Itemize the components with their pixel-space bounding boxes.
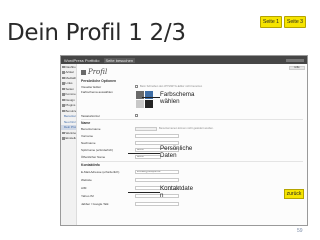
color-scheme-light[interactable] (136, 100, 144, 108)
sidebar-item-label: Artikel (65, 70, 74, 75)
user-icon (81, 69, 86, 75)
menu-icon (62, 98, 65, 101)
profile-header: Profil (81, 68, 307, 76)
website-field[interactable] (135, 178, 179, 182)
section-personal-options: Persönliche Optionen (81, 79, 117, 83)
sidebar-item-label: Dein Profil (64, 125, 76, 130)
menu-icon (62, 87, 65, 90)
firstname-field[interactable] (135, 134, 179, 138)
sidebar-item-label: Links (65, 81, 73, 86)
menu-icon (62, 137, 65, 140)
header-user-links[interactable] (286, 58, 304, 62)
wp-site-name[interactable]: WordPress Portfolio (64, 58, 100, 63)
sidebar-item-10[interactable]: Neu hinzufügen (61, 119, 76, 125)
label-username: Benutzername (81, 127, 101, 131)
sidebar-item-label: Neu hinzufügen (64, 119, 76, 124)
shortcuts-checkbox[interactable] (135, 114, 138, 117)
sidebar-item-label: Seiten (65, 86, 75, 91)
sidebar-item-label: Mediathek (65, 75, 77, 80)
sidebar-item-9[interactable]: Benutzer (61, 114, 76, 120)
wp-main-content: Hilfe Profil Persönliche Optionen Visuel… (79, 64, 307, 225)
email-field[interactable]: kontakt@beispiel.de (135, 170, 179, 174)
sidebar-item-label: Design (65, 97, 75, 102)
help-button[interactable]: Hilfe (289, 66, 305, 70)
seite-1-button[interactable]: Seite 1 (260, 16, 282, 28)
annotation-persoenliche-daten: Persönliche Daten (160, 145, 193, 160)
section-contact: Kontaktinfo (81, 163, 100, 167)
label-firstname: Vorname (81, 134, 94, 138)
username-field (135, 127, 157, 131)
label-shortcuts: Tastaturkürzel (81, 114, 100, 118)
jabber-field[interactable] (135, 202, 179, 206)
menu-icon (62, 76, 65, 79)
color-scheme-dark[interactable] (145, 100, 153, 108)
annotation-connector (142, 97, 160, 98)
annotation-connector (128, 153, 160, 154)
display-name-select[interactable]: admin (135, 155, 161, 159)
divider (81, 161, 303, 162)
menu-icon (62, 82, 65, 85)
label-color-scheme: Farbschema auswählen (81, 90, 113, 94)
menu-icon (62, 71, 65, 74)
username-hint: Benutzernamen können nicht geändert werd… (159, 127, 214, 130)
wp-sidebar: DashboardArtikelMediathekLinksSeitenKomm… (61, 64, 77, 225)
sidebar-item-11[interactable]: Dein Profil (61, 124, 76, 130)
wordpress-screenshot: WordPress Portfolio Seite besuchen Dashb… (60, 55, 308, 226)
wp-admin-header: WordPress Portfolio Seite besuchen (61, 56, 307, 64)
page-title: Profil (88, 68, 108, 76)
section-name: Name (81, 121, 91, 125)
annotation-farbschema: Farbschema wählen (160, 91, 195, 106)
menu-icon (62, 104, 65, 107)
annotation-connector (128, 192, 160, 193)
back-button[interactable]: zurück (284, 189, 304, 199)
visit-site-button[interactable]: Seite besuchen (103, 57, 136, 63)
sidebar-item-label: Werkzeuge (65, 130, 77, 135)
sidebar-item-label: Dashboard (65, 64, 77, 69)
sidebar-item-label: Benutzer (65, 108, 77, 113)
label-display-name: Öffentlicher Name (81, 155, 106, 159)
label-yahoo: Yahoo IM (81, 194, 94, 198)
label-jabber: Jabber / Google Talk (81, 202, 109, 206)
menu-icon (62, 131, 65, 134)
seite-3-button[interactable]: Seite 3 (284, 16, 306, 28)
visual-editor-checkbox[interactable] (135, 85, 138, 88)
label-visual-editor: Visueller Editor (81, 85, 102, 89)
sidebar-item-13[interactable]: Einstellungen (61, 136, 76, 142)
page-number: 59 (297, 228, 303, 234)
slide-title: Dein Profil 1 2/3 (7, 20, 186, 46)
visual-editor-hint: Beim Schreiben den WYSIWYG-Editor nicht … (140, 85, 203, 88)
label-aim: AIM (81, 186, 87, 190)
label-email: E-Mail-Adresse (erforderlich) (81, 170, 120, 174)
divider (81, 119, 303, 120)
label-nickname: Spitzname (erforderlich) (81, 148, 114, 152)
label-lastname: Nachname (81, 141, 96, 145)
label-website: Website (81, 178, 92, 182)
annotation-kontaktdaten: Kontaktdate n (160, 185, 194, 200)
menu-icon (62, 109, 65, 112)
menu-icon (62, 93, 65, 96)
sidebar-item-label: Einstellungen (65, 136, 77, 141)
menu-icon (62, 65, 65, 68)
sidebar-item-label: Kommentare (65, 92, 77, 97)
sidebar-item-label: Plugins (65, 103, 76, 108)
sidebar-item-label: Benutzer (64, 114, 76, 119)
